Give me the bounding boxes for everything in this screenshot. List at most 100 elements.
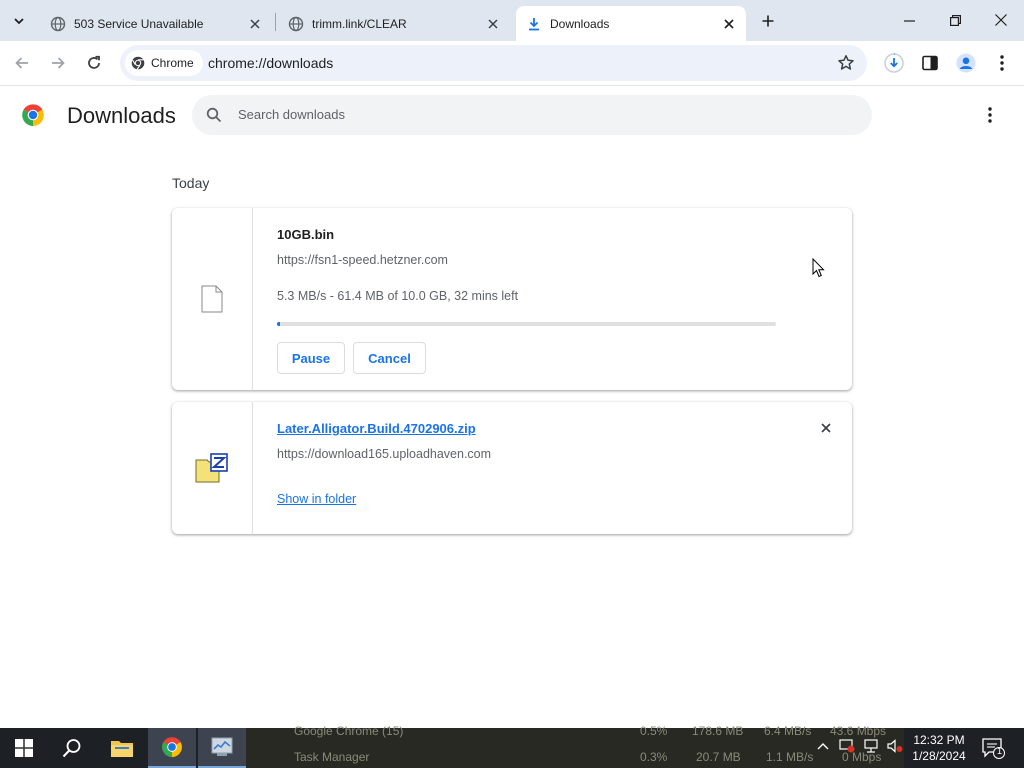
chevron-down-icon <box>14 18 24 25</box>
monitor-warning-icon <box>839 739 855 753</box>
show-hidden-icons-button[interactable] <box>815 738 831 754</box>
ghost-row-name: Google Chrome (15) <box>294 724 404 738</box>
notification-count: 1 <box>996 746 1002 756</box>
file-name: 10GB.bin <box>277 227 335 242</box>
star-icon[interactable] <box>837 54 855 72</box>
task-manager-icon <box>211 737 233 756</box>
file-source-url: https://fsn1-speed.hetzner.com <box>277 253 448 267</box>
ghost-row-name: Task Manager <box>294 750 370 764</box>
chrome-taskbar-button[interactable] <box>148 728 196 768</box>
network-icon[interactable] <box>863 738 879 754</box>
file-explorer-button[interactable] <box>98 728 146 768</box>
ghost-row-mem: 178.6 MB <box>692 724 744 738</box>
remove-from-list-button[interactable] <box>818 420 834 436</box>
tab-title: trimm.link/CLEAR <box>312 16 407 31</box>
chip-label: Chrome <box>151 56 194 70</box>
windows-taskbar: Google Chrome (15) 0.5% 178.6 MB 6.4 MB/… <box>0 724 1024 768</box>
download-item: 10GB.bin https://fsn1-speed.hetzner.com … <box>172 208 852 390</box>
tab-search-button[interactable] <box>6 8 32 34</box>
search-icon <box>62 739 81 758</box>
chrome-logo-icon <box>162 737 182 758</box>
file-icon-column <box>172 208 253 390</box>
chevron-up-icon <box>817 743 829 750</box>
site-info-chip[interactable]: Chrome <box>125 50 203 76</box>
profile-button[interactable] <box>954 51 978 75</box>
file-icon-column <box>172 402 253 534</box>
download-icon <box>884 53 904 73</box>
download-item: Later.Alligator.Build.4702906.zip https:… <box>172 402 852 534</box>
notification-center-button[interactable]: 1 <box>980 736 1006 760</box>
chrome-menu-button[interactable] <box>990 51 1014 75</box>
chrome-icon <box>131 56 145 70</box>
download-status: 5.3 MB/s - 61.4 MB of 10.0 GB, 32 mins l… <box>277 289 519 303</box>
restore-button[interactable] <box>932 0 978 40</box>
side-panel-icon <box>922 55 938 71</box>
mouse-cursor-icon <box>812 258 825 278</box>
windows-logo-icon <box>15 739 33 757</box>
cancel-button[interactable]: Cancel <box>353 342 426 374</box>
search-icon <box>206 107 222 123</box>
taskbar-search-button[interactable] <box>48 728 96 768</box>
tab-trimm[interactable]: trimm.link/CLEAR <box>274 6 510 41</box>
downloads-header: Downloads Search downloads <box>0 87 1024 143</box>
clock-date: 1/28/2024 <box>912 749 966 763</box>
volume-muted-icon[interactable] <box>887 738 903 754</box>
globe-icon <box>288 16 304 32</box>
close-icon[interactable] <box>720 15 738 33</box>
side-panel-button[interactable] <box>918 51 942 75</box>
zip-archive-icon <box>195 453 228 483</box>
download-icon <box>526 16 542 32</box>
show-in-folder-link[interactable]: Show in folder <box>277 492 356 506</box>
arrow-left-icon <box>15 57 28 69</box>
ghost-row-cpu: 0.3% <box>640 750 668 764</box>
progress-fill <box>277 322 280 326</box>
close-icon <box>995 14 1007 26</box>
file-name-link[interactable]: Later.Alligator.Build.4702906.zip <box>277 421 476 436</box>
speaker-muted-icon <box>887 739 903 753</box>
taskbar-clock[interactable]: 12:32 PM 1/28/2024 <box>906 732 972 764</box>
file-source-url: https://download165.uploadhaven.com <box>277 447 492 461</box>
date-group-label: Today <box>172 175 210 191</box>
reload-button[interactable] <box>81 50 107 76</box>
ghost-row-net: 43.6 Mbps <box>830 724 887 738</box>
forward-button[interactable] <box>45 50 71 76</box>
plus-icon <box>762 15 774 27</box>
folder-icon <box>111 741 133 757</box>
file-icon <box>201 285 223 313</box>
tab-title: Downloads <box>550 16 610 31</box>
url-text[interactable]: chrome://downloads <box>208 55 333 71</box>
tab-title: 503 Service Unavailable <box>74 16 204 31</box>
address-bar[interactable]: Chrome chrome://downloads <box>120 45 867 81</box>
search-placeholder: Search downloads <box>238 107 345 122</box>
restore-icon <box>949 14 961 26</box>
minimize-button[interactable] <box>886 0 932 40</box>
browser-toolbar: Chrome chrome://downloads <box>0 41 1024 86</box>
network-icon <box>864 739 878 753</box>
globe-icon <box>50 16 66 32</box>
close-icon[interactable] <box>484 15 502 33</box>
reload-icon <box>88 55 100 69</box>
clock-time: 12:32 PM <box>913 733 965 747</box>
ghost-row-disk: 1.1 MB/s <box>766 750 814 764</box>
close-window-button[interactable] <box>978 0 1024 40</box>
tab-503[interactable]: 503 Service Unavailable <box>36 6 272 41</box>
pause-button[interactable]: Pause <box>277 342 345 374</box>
tab-downloads[interactable]: Downloads <box>516 6 746 41</box>
search-downloads-input[interactable]: Search downloads <box>192 95 872 135</box>
more-vertical-icon <box>988 107 992 123</box>
task-manager-taskbar-button[interactable] <box>198 728 246 768</box>
ghost-row-mem: 20.7 MB <box>696 750 741 764</box>
start-button[interactable] <box>0 728 48 768</box>
back-button[interactable] <box>9 50 35 76</box>
avatar-icon <box>956 53 976 73</box>
more-vertical-icon <box>1000 55 1004 71</box>
tab-strip: 503 Service Unavailable trimm.link/CLEAR… <box>0 0 1024 41</box>
downloads-menu-button[interactable] <box>980 105 1000 125</box>
tray-app-icon[interactable] <box>839 738 855 754</box>
page-title: Downloads <box>67 103 176 128</box>
download-progress-bar <box>277 322 776 326</box>
close-icon[interactable] <box>246 15 264 33</box>
downloads-button[interactable] <box>882 51 906 75</box>
close-icon <box>821 423 831 433</box>
new-tab-button[interactable] <box>756 9 780 33</box>
